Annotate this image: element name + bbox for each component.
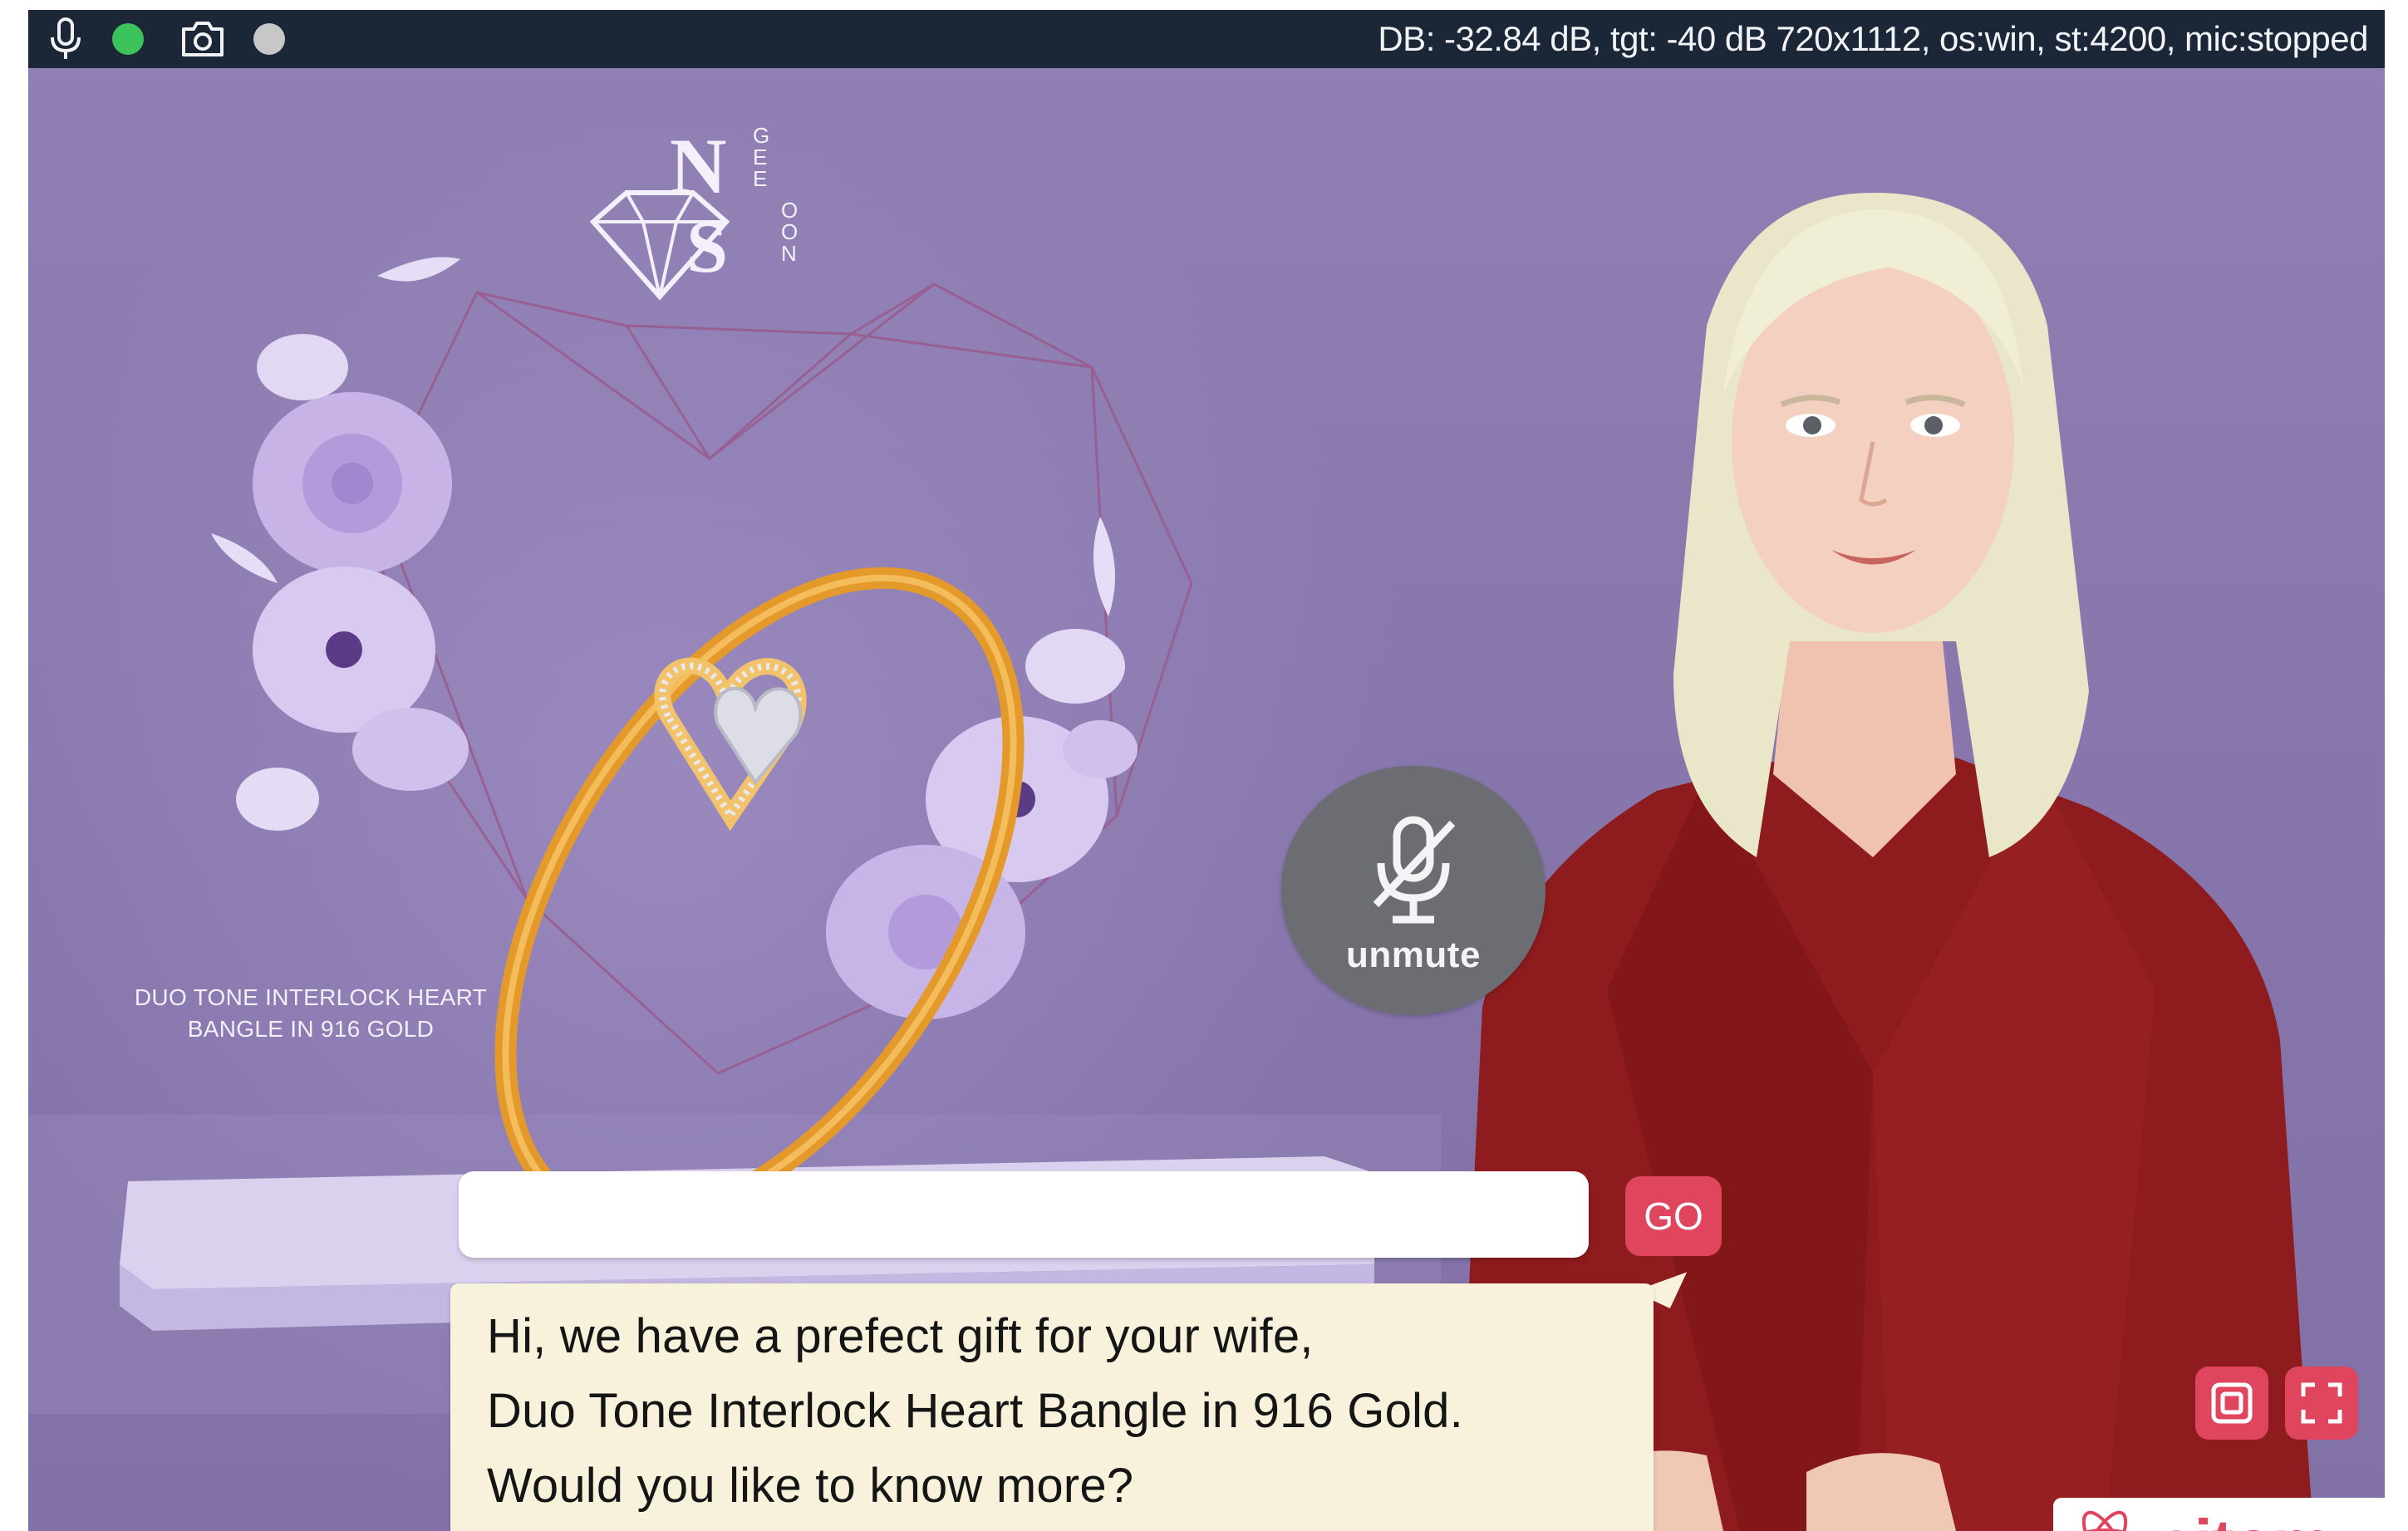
flower-decoration-right: [826, 517, 1138, 1019]
status-bar: DB: -32.84 dB, tgt: -40 dB 720x1112, os:…: [28, 10, 2385, 68]
chat-input[interactable]: [459, 1171, 1589, 1258]
speech-bubble: Hi, we have a prefect gift for your wife…: [450, 1283, 1654, 1531]
fullscreen-icon: [2301, 1382, 2342, 1424]
svg-text:S: S: [686, 206, 728, 288]
picture-in-picture-icon: [2211, 1382, 2253, 1424]
go-button[interactable]: GO: [1625, 1176, 1722, 1256]
mic-status-dot: [111, 10, 145, 68]
fullscreen-button[interactable]: [2285, 1367, 2358, 1440]
stage: N S G E E O O N DUO TONE INTERLOCK HEART…: [28, 68, 2385, 1531]
camera-status-dot: [253, 10, 286, 68]
app-frame: DB: -32.84 dB, tgt: -40 dB 720x1112, os:…: [28, 10, 2385, 1531]
picture-in-picture-button[interactable]: [2195, 1367, 2268, 1440]
unmute-button[interactable]: unmute: [1281, 766, 1546, 1015]
speech-line-3: Would you like to know more?: [487, 1459, 1134, 1513]
atom-icon: a: [2081, 1510, 2128, 1531]
camera-icon[interactable]: [178, 10, 228, 68]
mic-icon[interactable]: [45, 10, 86, 68]
speech-line-2: Duo Tone Interlock Heart Bangle in 916 G…: [487, 1384, 1463, 1438]
brand-badge: a aitom: [2053, 1498, 2385, 1531]
svg-text:N: N: [670, 122, 727, 210]
brand-logo: N S G E E O O N: [589, 122, 798, 301]
speech-line-1: Hi, we have a prefect gift for your wife…: [487, 1309, 1314, 1363]
svg-text:N: N: [781, 241, 797, 266]
product-caption-line2: BANGLE IN 916 GOLD: [187, 1016, 435, 1042]
status-text: DB: -32.84 dB, tgt: -40 dB 720x1112, os:…: [1378, 19, 2368, 58]
product-caption-line1: DUO TONE INTERLOCK HEART: [134, 984, 488, 1010]
brand-name: aitom: [2158, 1505, 2332, 1531]
flower-decoration-left: [211, 257, 469, 831]
svg-text:E: E: [753, 166, 767, 191]
mic-off-icon: [1373, 816, 1456, 924]
product-caption: DUO TONE INTERLOCK HEART BANGLE IN 916 G…: [95, 982, 527, 1045]
unmute-label: unmute: [1346, 935, 1481, 975]
